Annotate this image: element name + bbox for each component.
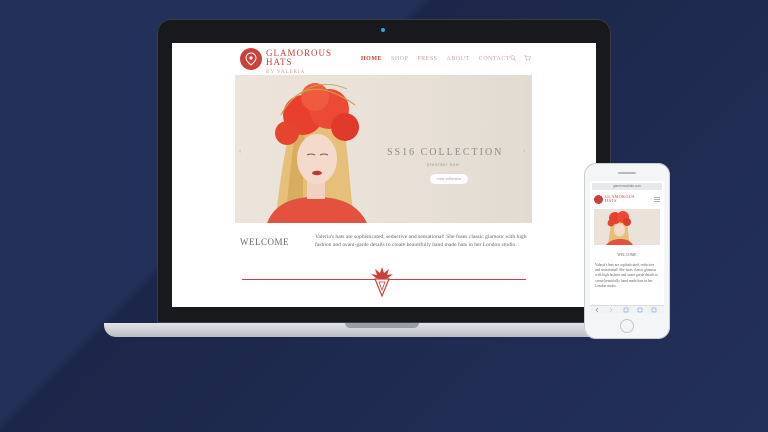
hero-title: SS16 COLLECTION — [387, 147, 504, 158]
laptop-frame: GLAMOROUS HATS BY VALERIA HOME SHOP PRES… — [157, 19, 611, 323]
hamburger-menu-icon[interactable] — [654, 197, 660, 202]
carousel-prev-icon[interactable]: ‹ — [239, 147, 241, 155]
nav-press[interactable]: PRESS — [417, 56, 437, 62]
phone-hero-model-image — [606, 211, 633, 245]
phone-welcome-text: Valeria's hats are sophisticated, seduct… — [595, 263, 659, 288]
nav-about[interactable]: ABOUT — [447, 56, 470, 62]
logo-title-2: HATS — [266, 57, 293, 67]
welcome-heading: WELCOME — [240, 237, 289, 247]
nav-icons — [510, 55, 531, 61]
logo-text[interactable]: GLAMOROUS HATS BY VALERIA — [266, 49, 332, 77]
phone-hero-banner — [594, 209, 660, 245]
nav-home[interactable]: HOME — [361, 56, 382, 62]
search-icon[interactable] — [510, 55, 516, 61]
logo-badge-icon[interactable] — [240, 48, 262, 70]
phone-logo-badge-icon[interactable] — [594, 195, 603, 204]
phone-frame: glamoroushats.com GLAMOROUS HATS WELCOME… — [584, 163, 670, 339]
phone-speaker — [618, 172, 636, 174]
crown-pin-icon — [371, 267, 393, 297]
nav-contact[interactable]: CONTACT — [479, 56, 510, 62]
hero-subtitle: preorder now — [427, 163, 460, 168]
phone-browser-toolbar — [590, 305, 664, 313]
camera-dot — [381, 28, 385, 32]
site-header: GLAMOROUS HATS BY VALERIA HOME SHOP PRES… — [172, 43, 596, 75]
hero-banner: ‹ › SS16 COLLECTION preorder now view co… — [235, 75, 532, 223]
carousel-next-icon[interactable]: › — [523, 147, 525, 155]
welcome-text: Valeria's hats are sophisticated, seduct… — [315, 234, 527, 248]
phone-logo-text[interactable]: GLAMOROUS HATS — [605, 195, 635, 203]
phone-welcome-heading: WELCOME — [617, 253, 637, 257]
phone-url-bar[interactable]: glamoroushats.com — [592, 183, 662, 190]
laptop-screen: GLAMOROUS HATS BY VALERIA HOME SHOP PRES… — [172, 43, 596, 307]
cart-icon[interactable] — [524, 55, 531, 61]
laptop-notch — [345, 323, 419, 328]
main-nav: HOME SHOP PRESS ABOUT CONTACT — [361, 56, 510, 62]
phone-logo-title-2: HATS — [605, 198, 618, 203]
hero-model-image — [267, 83, 367, 223]
phone-home-button[interactable] — [620, 319, 634, 333]
phone-screen: glamoroushats.com GLAMOROUS HATS WELCOME… — [590, 181, 664, 313]
laptop-base — [104, 323, 662, 337]
phone-toolbar-icons[interactable] — [590, 306, 664, 313]
nav-shop[interactable]: SHOP — [391, 56, 408, 62]
view-collection-button[interactable]: view collection — [430, 174, 468, 184]
